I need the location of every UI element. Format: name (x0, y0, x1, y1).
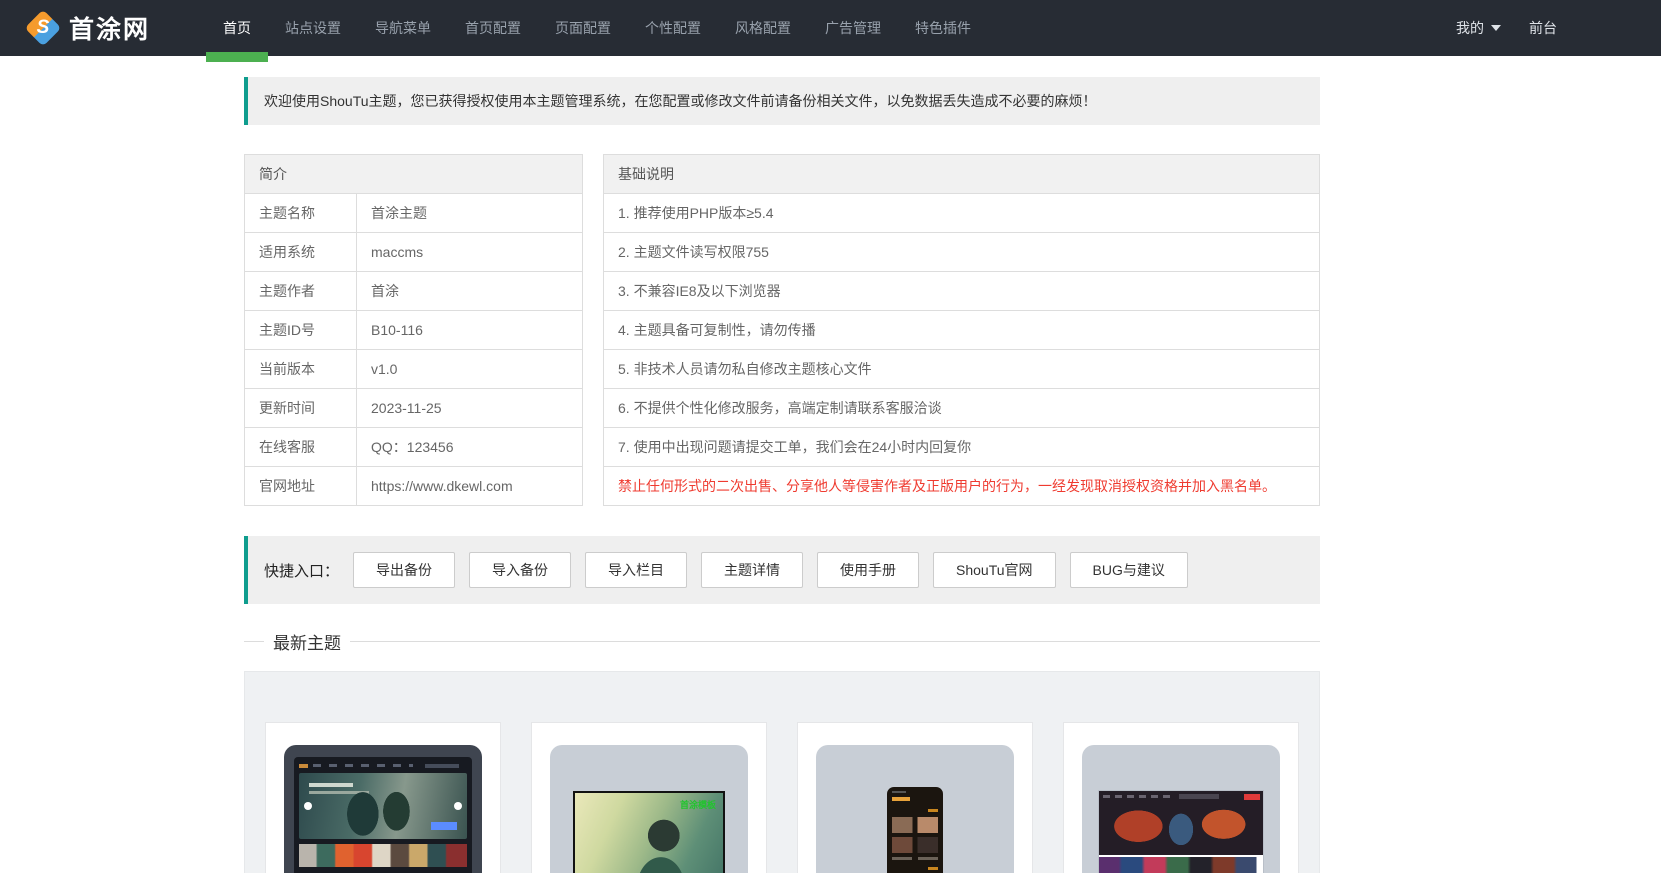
theme-card-1[interactable] (265, 722, 501, 873)
note-item: 4. 主题具备可复制性，请勿传播 (603, 310, 1320, 350)
welcome-alert-text: 欢迎使用ShouTu主题，您已获得授权使用本主题管理系统，在您配置或修改文件前请… (264, 93, 1097, 109)
nav-item-personal-config[interactable]: 个性配置 (628, 0, 718, 56)
intro-table: 简介 主题名称 首涂主题 适用系统 maccms 主题作者 首涂 主题ID号 B10-1… (244, 154, 583, 506)
theme-preview-light-desktop (1082, 745, 1280, 873)
title-divider-left (244, 640, 264, 642)
front-site-link[interactable]: 前台 (1529, 18, 1557, 38)
license-warning: 禁止任何形式的二次出售、分享他人等侵害作者及正版用户的行为，一经发现取消授权资格… (603, 466, 1320, 506)
theme-preview-mobile (816, 745, 1014, 873)
note-item: 7. 使用中出现问题请提交工单，我们会在24小时内回复你 (603, 427, 1320, 467)
intro-label: 主题名称 (244, 193, 357, 233)
table-row: 当前版本 v1.0 (244, 349, 583, 389)
intro-value: 2023-11-25 (356, 388, 583, 428)
table-row: 1. 推荐使用PHP版本≥5.4 (603, 193, 1320, 233)
top-navbar: S 首涂网 首页 站点设置 导航菜单 首页配置 页面配置 个性配置 风格配置 广… (0, 0, 1661, 62)
chevron-down-icon (1491, 25, 1501, 31)
logo-text: 首涂网 (69, 17, 151, 44)
table-header-row: 简介 (244, 154, 583, 194)
quick-entry-panel: 快捷入口： 导出备份 导入备份 导入栏目 主题详情 使用手册 ShouTu官网 … (244, 536, 1320, 604)
nav-item-page-config[interactable]: 页面配置 (538, 0, 628, 56)
table-row: 7. 使用中出现问题请提交工单，我们会在24小时内回复你 (603, 427, 1320, 467)
table-row: 更新时间 2023-11-25 (244, 388, 583, 428)
preview-watermark: 首涂模板 (679, 800, 716, 810)
logo[interactable]: S 首涂网 (24, 9, 151, 47)
main-menu: 首页 站点设置 导航菜单 首页配置 页面配置 个性配置 风格配置 广告管理 特色… (206, 0, 988, 62)
logo-icon: S (24, 9, 62, 47)
nav-item-home[interactable]: 首页 (206, 0, 269, 62)
import-category-button[interactable]: 导入栏目 (585, 552, 688, 588)
table-row: 6. 不提供个性化修改服务，高端定制请联系客服洽谈 (603, 388, 1320, 428)
nav-item-nav-menu[interactable]: 导航菜单 (358, 0, 448, 56)
note-item: 1. 推荐使用PHP版本≥5.4 (603, 193, 1320, 233)
intro-table-header: 简介 (244, 154, 583, 194)
intro-value: maccms (356, 232, 583, 272)
note-item: 2. 主题文件读写权限755 (603, 232, 1320, 272)
table-row: 禁止任何形式的二次出售、分享他人等侵害作者及正版用户的行为，一经发现取消授权资格… (603, 466, 1320, 506)
note-item: 3. 不兼容IE8及以下浏览器 (603, 271, 1320, 311)
navbar-right: 我的 前台 (1456, 18, 1557, 38)
intro-label: 当前版本 (244, 349, 357, 389)
note-item: 6. 不提供个性化修改服务，高端定制请联系客服洽谈 (603, 388, 1320, 428)
note-item: 5. 非技术人员请勿私自修改主题核心文件 (603, 349, 1320, 389)
table-row: 4. 主题具备可复制性，请勿传播 (603, 310, 1320, 350)
table-row: 主题ID号 B10-116 (244, 310, 583, 350)
intro-value: 首涂 (356, 271, 583, 311)
bug-feedback-button[interactable]: BUG与建议 (1069, 552, 1188, 588)
nav-item-style-config[interactable]: 风格配置 (718, 0, 808, 56)
intro-label: 主题作者 (244, 271, 357, 311)
theme-card-3[interactable] (797, 722, 1033, 873)
intro-value: https://www.dkewl.com (356, 466, 583, 506)
table-header-row: 基础说明 (603, 154, 1320, 194)
notes-table-header: 基础说明 (603, 154, 1320, 194)
table-row: 主题名称 首涂主题 (244, 193, 583, 233)
export-backup-button[interactable]: 导出备份 (353, 552, 456, 588)
latest-themes-panel: 首涂模板 (244, 671, 1320, 873)
nav-item-ad-manage[interactable]: 广告管理 (808, 0, 898, 56)
intro-label: 官网地址 (244, 466, 357, 506)
table-row: 5. 非技术人员请勿私自修改主题核心文件 (603, 349, 1320, 389)
table-row: 3. 不兼容IE8及以下浏览器 (603, 271, 1320, 311)
quick-entry-label: 快捷入口： (264, 562, 340, 580)
intro-label: 更新时间 (244, 388, 357, 428)
nav-item-site-settings[interactable]: 站点设置 (268, 0, 358, 56)
table-row: 在线客服 QQ：123456 (244, 427, 583, 467)
theme-preview-video-player: 首涂模板 (550, 745, 748, 873)
my-dropdown-label: 我的 (1456, 20, 1484, 36)
intro-value: QQ：123456 (356, 427, 583, 467)
intro-label: 适用系统 (244, 232, 357, 272)
nav-item-home-config[interactable]: 首页配置 (448, 0, 538, 56)
page-title: 最新主题 (273, 633, 341, 653)
import-backup-button[interactable]: 导入备份 (469, 552, 572, 588)
table-row: 适用系统 maccms (244, 232, 583, 272)
my-dropdown[interactable]: 我的 (1456, 18, 1501, 38)
main-content: 欢迎使用ShouTu主题，您已获得授权使用本主题管理系统，在您配置或修改文件前请… (244, 77, 1320, 873)
latest-themes-title: 最新主题 (244, 627, 1320, 655)
table-row: 主题作者 首涂 (244, 271, 583, 311)
theme-detail-button[interactable]: 主题详情 (701, 552, 804, 588)
welcome-alert: 欢迎使用ShouTu主题，您已获得授权使用本主题管理系统，在您配置或修改文件前请… (244, 77, 1320, 125)
table-row: 官网地址 https://www.dkewl.com (244, 466, 583, 506)
theme-card-4[interactable] (1063, 722, 1299, 873)
notes-table: 基础说明 1. 推荐使用PHP版本≥5.4 2. 主题文件读写权限755 3. … (603, 154, 1320, 506)
theme-card-2[interactable]: 首涂模板 (531, 722, 767, 873)
table-row: 2. 主题文件读写权限755 (603, 232, 1320, 272)
shoutu-site-button[interactable]: ShouTu官网 (933, 552, 1056, 588)
intro-value: v1.0 (356, 349, 583, 389)
theme-preview-dark-desktop (284, 745, 482, 873)
intro-label: 主题ID号 (244, 310, 357, 350)
user-manual-button[interactable]: 使用手册 (817, 552, 920, 588)
title-divider-right (350, 640, 1320, 642)
intro-label: 在线客服 (244, 427, 357, 467)
intro-value: B10-116 (356, 310, 583, 350)
intro-value: 首涂主题 (356, 193, 583, 233)
nav-item-plugins[interactable]: 特色插件 (898, 0, 988, 56)
info-tables: 简介 主题名称 首涂主题 适用系统 maccms 主题作者 首涂 主题ID号 B10-1… (244, 154, 1320, 506)
